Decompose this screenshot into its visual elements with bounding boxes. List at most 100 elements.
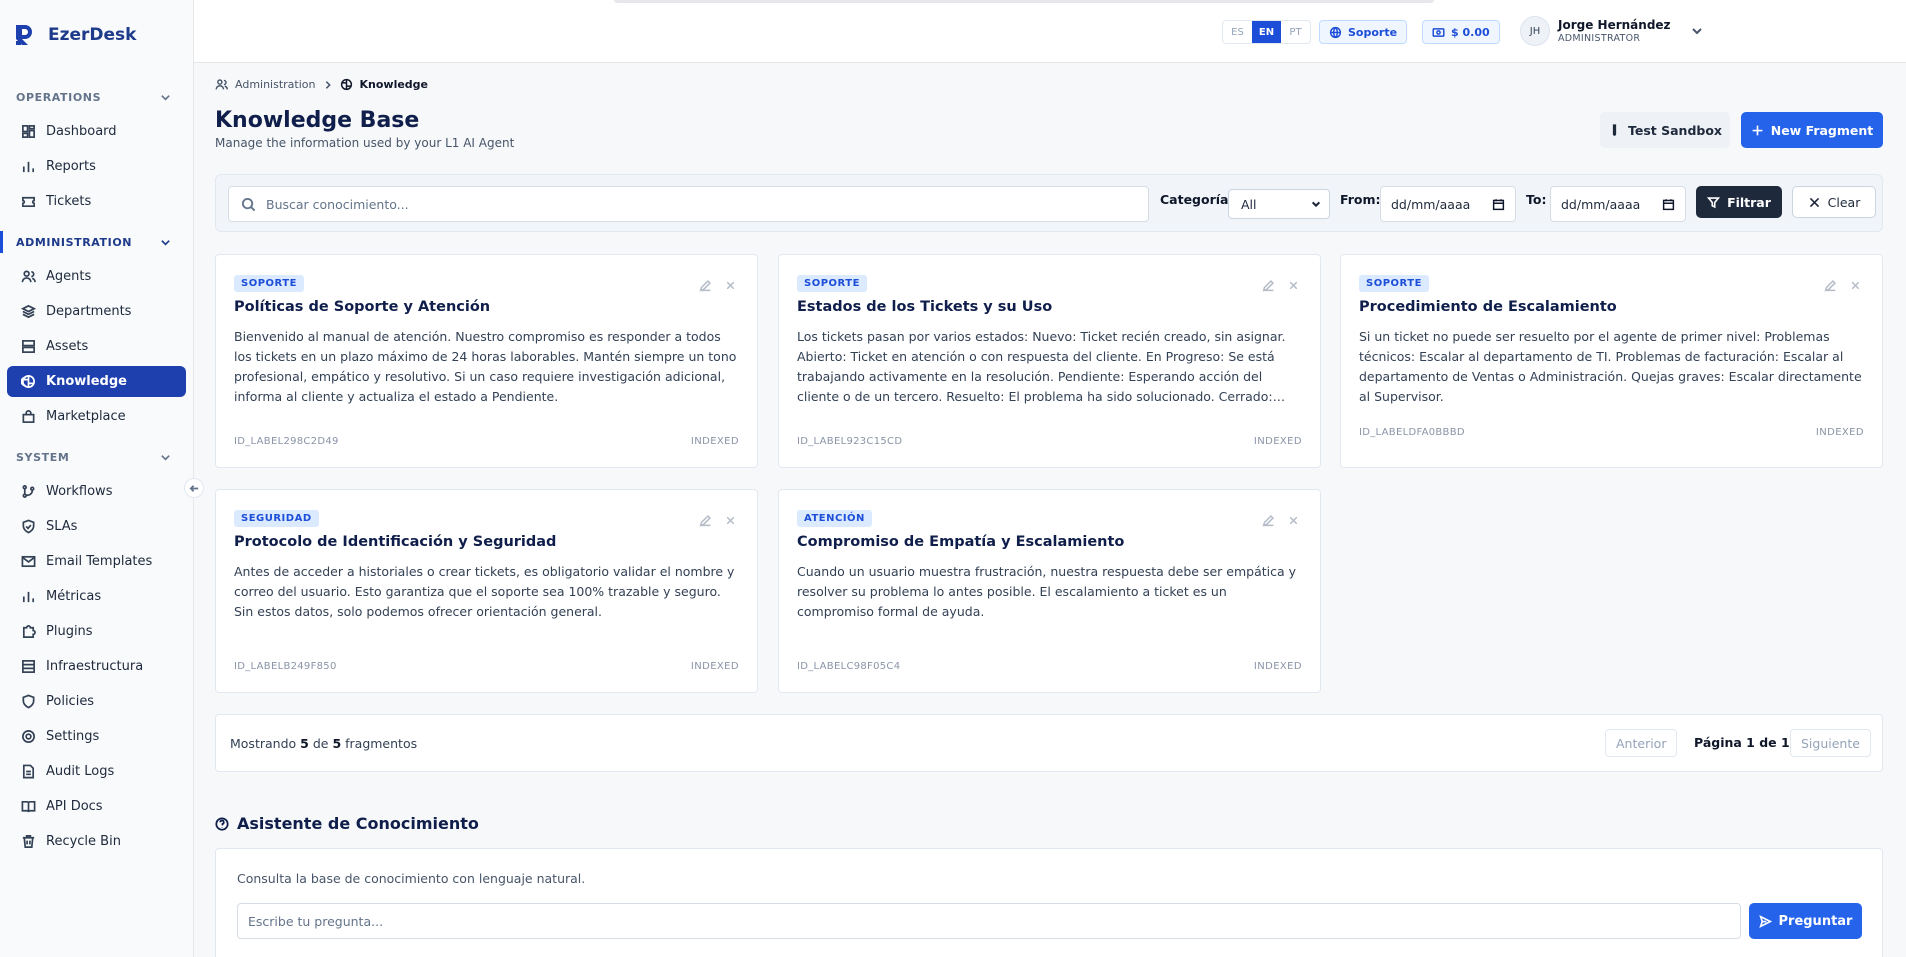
brain-icon xyxy=(21,375,35,388)
close-icon[interactable] xyxy=(724,279,737,292)
test-tube-icon xyxy=(1612,123,1617,136)
sidebar-item-marketplace[interactable]: Marketplace xyxy=(7,401,186,432)
support-button[interactable]: Soporte xyxy=(1319,20,1408,44)
knowledge-card[interactable]: SEGURIDAD Protocolo de Identificación y … xyxy=(215,489,758,693)
pagination-prefix: Mostrando xyxy=(230,736,297,751)
sidebar-item-settings[interactable]: Settings xyxy=(7,721,186,752)
language-option-en[interactable]: EN xyxy=(1252,21,1281,43)
knowledge-card[interactable]: SOPORTE Estados de los Tickets y su Uso … xyxy=(778,254,1321,468)
sidebar-item-assets[interactable]: Assets xyxy=(7,331,186,362)
card-status: INDEXED xyxy=(690,661,739,672)
sidebar-item-dashboard[interactable]: Dashboard xyxy=(7,116,186,147)
card-actions xyxy=(699,514,737,527)
pagination-bar: Mostrando 5 de 5 fragmentos Anterior Pág… xyxy=(215,714,1883,772)
language-switcher: ES EN PT xyxy=(1222,20,1311,44)
sidebar-item-plugins[interactable]: Plugins xyxy=(7,616,186,647)
previous-page-button[interactable]: Anterior xyxy=(1605,729,1678,757)
close-icon[interactable] xyxy=(724,514,737,527)
to-date-placeholder: dd/mm/aaaa xyxy=(1561,196,1641,212)
nav-section-operations[interactable]: OPERATIONS xyxy=(0,86,193,108)
sidebar-item-email-templates[interactable]: Email Templates xyxy=(7,546,186,577)
sidebar-item-label: Infraestructura xyxy=(46,659,144,674)
assistant-title: Asistente de Conocimiento xyxy=(237,814,479,833)
filter-icon xyxy=(1707,196,1721,208)
search-box xyxy=(228,186,1149,222)
close-icon[interactable] xyxy=(1849,279,1862,292)
collapse-sidebar-button[interactable] xyxy=(184,478,204,498)
sidebar-item-tickets[interactable]: Tickets xyxy=(7,186,186,217)
sidebar-item-agents[interactable]: Agents xyxy=(7,261,186,292)
server-icon xyxy=(22,340,35,353)
breadcrumb-current: Knowledge xyxy=(359,78,429,91)
assistant-description: Consulta la base de conocimiento con len… xyxy=(237,871,586,886)
clear-button[interactable]: Clear xyxy=(1792,186,1876,218)
sidebar-item-metricas[interactable]: Métricas xyxy=(7,581,186,612)
sidebar-item-workflows[interactable]: Workflows xyxy=(7,476,186,507)
users-icon xyxy=(21,270,36,283)
pagination-suffix: fragmentos xyxy=(345,736,418,751)
wallet-icon xyxy=(1432,27,1445,37)
sidebar-item-label: Marketplace xyxy=(46,409,126,424)
knowledge-card[interactable]: SOPORTE Políticas de Soporte y Atención … xyxy=(215,254,758,468)
sidebar-item-reports[interactable]: Reports xyxy=(7,151,186,182)
to-label: To: xyxy=(1526,192,1547,207)
close-icon[interactable] xyxy=(1287,514,1300,527)
assistant-heading: Asistente de Conocimiento xyxy=(215,814,479,833)
sidebar-item-audit-logs[interactable]: Audit Logs xyxy=(7,756,186,787)
sidebar-item-knowledge[interactable]: Knowledge xyxy=(7,366,186,397)
sidebar: EzerDesk OPERATIONS Dashboard Reports Ti… xyxy=(0,0,194,957)
to-date-input[interactable]: dd/mm/aaaa xyxy=(1550,186,1686,222)
edit-icon[interactable] xyxy=(699,514,712,527)
question-input[interactable] xyxy=(237,903,1741,939)
filter-button[interactable]: Filtrar xyxy=(1696,186,1782,218)
card-actions xyxy=(699,279,737,292)
breadcrumb-parent[interactable]: Administration xyxy=(235,78,316,91)
from-date-input[interactable]: dd/mm/aaaa xyxy=(1380,186,1516,222)
nav-section-administration[interactable]: ADMINISTRATION xyxy=(0,231,193,253)
from-label: From: xyxy=(1340,192,1381,207)
git-branch-icon xyxy=(22,485,35,498)
sidebar-item-api-docs[interactable]: API Docs xyxy=(7,791,186,822)
user-menu[interactable]: JH Jorge Hernández ADMINISTRATOR xyxy=(1520,16,1703,46)
calendar-icon xyxy=(1662,198,1675,210)
nav-section-label: SYSTEM xyxy=(16,450,70,464)
knowledge-card[interactable]: SOPORTE Procedimiento de Escalamiento Si… xyxy=(1340,254,1883,468)
language-option-es[interactable]: ES xyxy=(1223,21,1252,43)
edit-icon[interactable] xyxy=(1262,279,1275,292)
chevron-down-icon xyxy=(1311,201,1321,208)
test-sandbox-button[interactable]: Test Sandbox xyxy=(1600,112,1730,148)
sidebar-item-infraestructura[interactable]: Infraestructura xyxy=(7,651,186,682)
arrow-left-icon xyxy=(189,484,198,492)
edit-icon[interactable] xyxy=(699,279,712,292)
trash-icon xyxy=(22,835,35,848)
sidebar-item-label: Email Templates xyxy=(46,554,153,569)
book-icon xyxy=(21,800,36,813)
close-icon xyxy=(1809,197,1819,207)
balance-label: $ 0.00 xyxy=(1451,25,1490,39)
close-icon[interactable] xyxy=(1287,279,1300,292)
new-fragment-button[interactable]: New Fragment xyxy=(1741,112,1883,148)
category-select-value: All xyxy=(1241,196,1257,212)
category-select[interactable]: All xyxy=(1228,189,1330,219)
brand[interactable]: EzerDesk xyxy=(0,0,193,70)
user-menu-chevron[interactable] xyxy=(1691,25,1703,37)
next-page-button[interactable]: Siguiente xyxy=(1790,729,1871,757)
ask-button[interactable]: Preguntar xyxy=(1749,903,1862,939)
sidebar-item-slas[interactable]: SLAs xyxy=(7,511,186,542)
sidebar-item-label: Assets xyxy=(46,339,89,354)
knowledge-card[interactable]: ATENCIÓN Compromiso de Empatía y Escalam… xyxy=(778,489,1321,693)
nav-section-system[interactable]: SYSTEM xyxy=(0,446,193,468)
edit-icon[interactable] xyxy=(1824,279,1837,292)
language-option-pt[interactable]: PT xyxy=(1281,21,1310,43)
puzzle-icon xyxy=(22,625,36,638)
bar-chart-icon xyxy=(22,161,35,173)
balance-button[interactable]: $ 0.00 xyxy=(1422,20,1500,44)
sidebar-item-departments[interactable]: Departments xyxy=(7,296,186,327)
page-title: Knowledge Base xyxy=(215,108,420,133)
edit-icon[interactable] xyxy=(1262,514,1275,527)
search-input[interactable] xyxy=(266,196,1126,212)
sidebar-item-policies[interactable]: Policies xyxy=(7,686,186,717)
sidebar-item-recycle-bin[interactable]: Recycle Bin xyxy=(7,826,186,857)
sidebar-item-label: Policies xyxy=(46,694,95,709)
card-id: ID_LABELC98F05C4 xyxy=(797,661,901,672)
